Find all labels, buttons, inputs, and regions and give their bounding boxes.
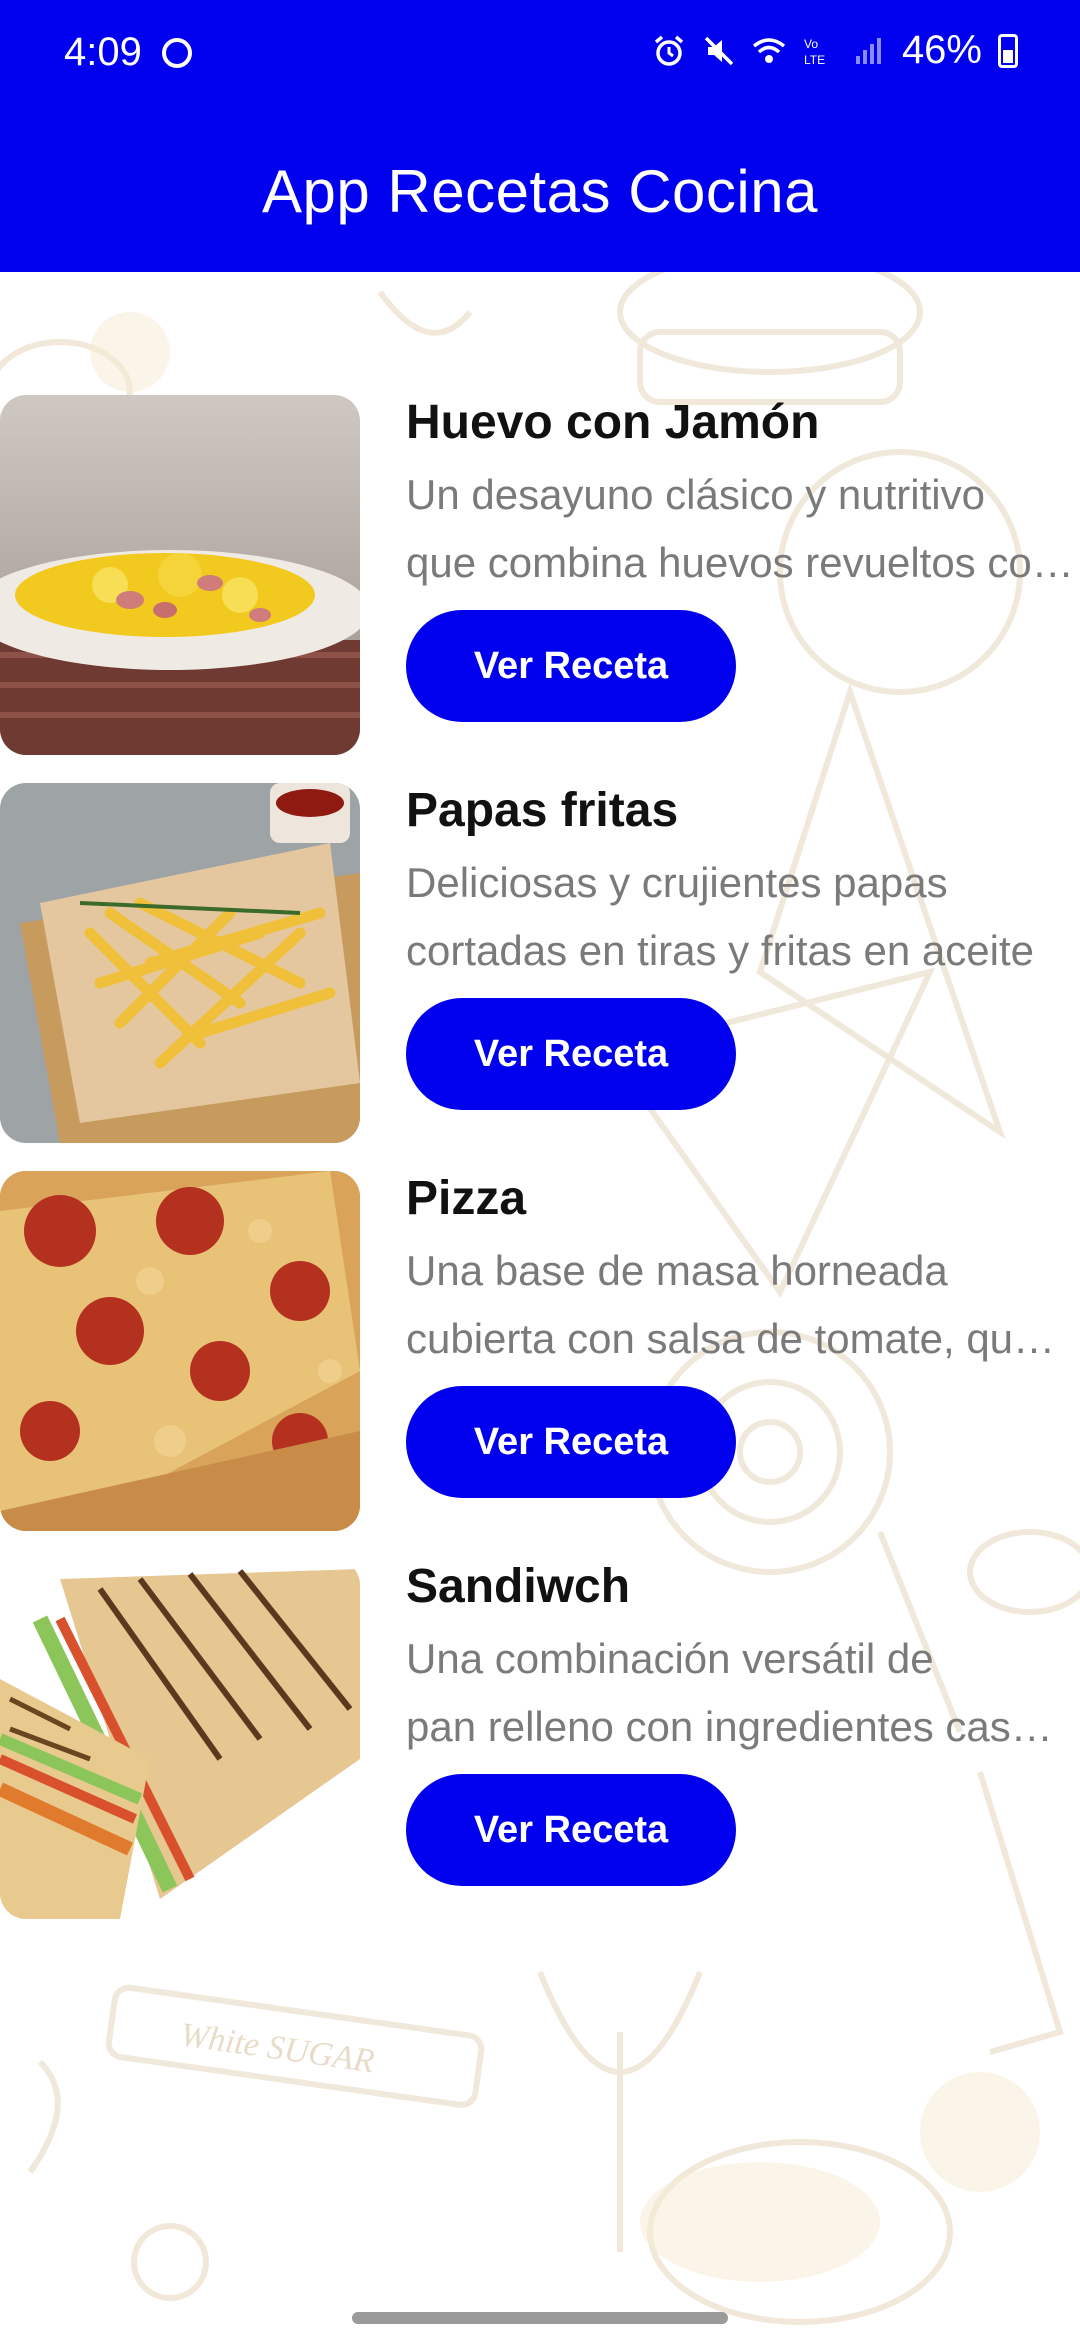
volte-icon: Vo LTE (804, 37, 825, 67)
battery-icon (998, 33, 1018, 68)
recipe-description-line: pan relleno con ingredientes caseros (406, 1703, 1074, 1750)
recipe-card: Pizza Una base de masa horneada cubierta… (0, 1171, 1080, 1531)
recipe-image (0, 1171, 360, 1531)
ver-receta-button[interactable]: Ver Receta (406, 998, 736, 1110)
app-bar: App Recetas Cocina (0, 110, 1080, 272)
home-indicator[interactable] (352, 2312, 728, 2324)
recipe-description-line: cubierta con salsa de tomate, queso (406, 1315, 1074, 1362)
recipe-description: Un desayuno clásico y nutritivo que comb… (406, 461, 1074, 597)
recipe-title: Huevo con Jamón (406, 396, 820, 449)
recipe-description: Una combinación versátil de pan relleno … (406, 1625, 1074, 1761)
face-icon (162, 38, 192, 68)
scrambled-eggs-ham-photo (0, 395, 360, 755)
recipe-title: Pizza (406, 1172, 527, 1225)
recipe-title: Sandiwch (406, 1560, 631, 1613)
mute-icon (704, 36, 734, 65)
pizza-photo (0, 1171, 360, 1531)
recipe-image (0, 395, 360, 755)
status-bar: 4:09 Vo LTE 46% (0, 0, 1080, 110)
recipe-description-line: Una base de masa horneada (406, 1247, 948, 1294)
recipe-card: Papas fritas Deliciosas y crujientes pap… (0, 783, 1080, 1143)
svg-text:LTE: LTE (804, 53, 825, 67)
recipe-description-line: que combina huevos revueltos con jamón (406, 539, 1074, 586)
wifi-icon (752, 37, 786, 63)
recipe-description-line: Una combinación versátil de (406, 1635, 934, 1682)
svg-text:Vo: Vo (804, 37, 818, 51)
recipe-card: Sandiwch Una combinación versátil de pan… (0, 1559, 1080, 1919)
ver-receta-button[interactable]: Ver Receta (406, 1386, 736, 1498)
battery-percent: 46% (901, 28, 982, 72)
alarm-icon (654, 35, 684, 66)
recipe-description-line: Un desayuno clásico y nutritivo (406, 471, 985, 518)
recipe-description: Deliciosas y crujientes papas cortadas e… (406, 849, 1074, 985)
status-icons: Vo LTE 46% (652, 28, 1018, 73)
recipe-description: Una base de masa horneada cubierta con s… (406, 1237, 1074, 1373)
recipe-title: Papas fritas (406, 784, 679, 837)
status-time: 4:09 (64, 30, 142, 74)
recipe-card: Huevo con Jamón Un desayuno clásico y nu… (0, 395, 1080, 755)
recipe-description-line: Deliciosas y crujientes papas (406, 859, 948, 906)
signal-icon (855, 37, 881, 64)
recipe-image (0, 783, 360, 1143)
french-fries-photo (0, 783, 360, 1143)
ver-receta-button[interactable]: Ver Receta (406, 610, 736, 722)
ver-receta-button[interactable]: Ver Receta (406, 1774, 736, 1886)
recipe-description-line: cortadas en tiras y fritas en aceite (406, 927, 1034, 974)
sandwich-photo (0, 1559, 360, 1919)
app-title: App Recetas Cocina (262, 157, 818, 225)
recipe-image (0, 1559, 360, 1919)
